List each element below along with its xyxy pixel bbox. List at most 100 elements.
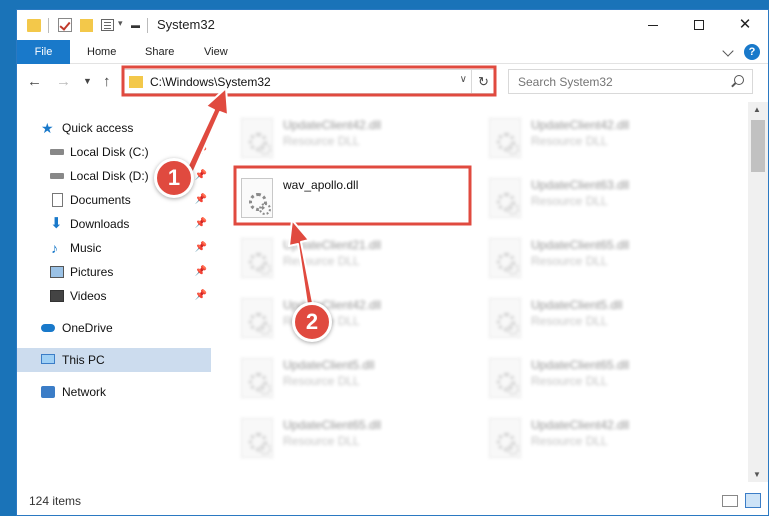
- file-name: UpdateClient65.dll: [531, 238, 630, 252]
- search-input[interactable]: [509, 70, 724, 93]
- pin-icon[interactable]: 📌: [195, 140, 207, 164]
- download-icon: ⬇: [50, 215, 63, 232]
- up-arrow-icon[interactable]: ↑: [103, 73, 111, 90]
- back-arrow-icon[interactable]: ←: [27, 73, 42, 90]
- file-item[interactable]: UpdateClient65.dll Resource DLL: [481, 232, 721, 292]
- search-box[interactable]: [508, 69, 753, 94]
- file-item[interactable]: UpdateClient65.dll Resource DLL: [233, 412, 473, 472]
- help-icon[interactable]: ?: [744, 44, 760, 60]
- videos-icon: [50, 290, 64, 302]
- file-item[interactable]: UpdateClient42.dll Resource DLL: [481, 412, 721, 472]
- navigation-row: ← → ▼ ↑ C:\Windows\System32 ∨ ↻: [17, 64, 768, 100]
- network-icon: [41, 386, 55, 398]
- file-explorer-window: ▾ ▬ System32 ✕ File Home Share View ? ← …: [16, 9, 769, 516]
- file-type: Resource DLL: [531, 254, 608, 268]
- tab-view[interactable]: View: [191, 40, 241, 64]
- sidebar-item-label: Pictures: [70, 265, 114, 279]
- chevron-down-icon[interactable]: ▾: [118, 18, 123, 29]
- file-name: UpdateClient42.dll: [531, 418, 630, 432]
- tab-home[interactable]: Home: [74, 40, 129, 64]
- sidebar-item-network[interactable]: Network: [17, 380, 211, 404]
- file-item[interactable]: UpdateClient42.dll Resource DLL: [481, 112, 721, 172]
- address-path[interactable]: C:\Windows\System32: [150, 75, 271, 89]
- step-2-badge: 2: [292, 302, 332, 342]
- forward-arrow-icon[interactable]: →: [56, 73, 71, 90]
- dll-file-icon: [241, 358, 273, 398]
- properties-icon[interactable]: [101, 19, 114, 31]
- file-name: wav_apollo.dll: [283, 178, 359, 192]
- file-name: UpdateClient5.dll: [531, 298, 623, 312]
- file-item[interactable]: UpdateClient65.dll Resource DLL: [481, 352, 721, 412]
- scroll-up-icon[interactable]: ▲: [753, 105, 761, 114]
- sidebar-item-label: Documents: [70, 193, 131, 207]
- sidebar-item-label: Local Disk (D:): [70, 169, 149, 183]
- computer-icon: [41, 354, 55, 364]
- tab-file[interactable]: File: [17, 40, 70, 64]
- file-name: UpdateClient5.dll: [283, 358, 375, 372]
- sidebar-item-label: Videos: [70, 289, 107, 303]
- documents-icon: [52, 193, 63, 207]
- file-item[interactable]: UpdateClient5.dll Resource DLL: [233, 352, 473, 412]
- refresh-icon[interactable]: ↻: [471, 70, 495, 93]
- pin-icon[interactable]: 📌: [195, 212, 207, 236]
- address-bar[interactable]: C:\Windows\System32 ∨ ↻: [123, 69, 496, 94]
- file-item-wav-apollo[interactable]: wav_apollo.dll: [233, 172, 473, 232]
- chevron-down-icon[interactable]: ∨: [460, 74, 467, 85]
- search-icon[interactable]: [734, 75, 744, 85]
- dll-file-icon: [489, 178, 521, 218]
- folder-icon: [129, 76, 143, 88]
- file-item[interactable]: UpdateClient63.dll Resource DLL: [481, 172, 721, 232]
- dll-file-icon: [241, 418, 273, 458]
- pin-icon[interactable]: 📌: [195, 236, 207, 260]
- properties-check-icon[interactable]: [58, 18, 72, 32]
- sidebar-item-label: Downloads: [70, 217, 130, 231]
- divider: [147, 18, 148, 33]
- dll-file-icon: [489, 418, 521, 458]
- file-item[interactable]: UpdateClient42.dll Resource DLL: [233, 112, 473, 172]
- scroll-down-icon[interactable]: ▼: [753, 470, 761, 479]
- file-type: Resource DLL: [283, 254, 360, 268]
- drive-icon: [50, 173, 64, 179]
- cloud-icon: [41, 324, 55, 332]
- recent-locations-icon[interactable]: ▼: [83, 76, 92, 86]
- sidebar-item-music[interactable]: ♪ Music 📌: [17, 236, 211, 260]
- pin-icon[interactable]: 📌: [195, 188, 207, 212]
- customize-toolbar-icon[interactable]: ▬: [131, 20, 140, 30]
- file-name: UpdateClient65.dll: [283, 418, 382, 432]
- dll-file-icon: [489, 358, 521, 398]
- file-item[interactable]: UpdateClient21.dll Resource DLL: [233, 232, 473, 292]
- file-name: UpdateClient63.dll: [531, 178, 630, 192]
- dll-file-icon: [241, 238, 273, 278]
- file-item[interactable]: UpdateClient5.dll Resource DLL: [481, 292, 721, 352]
- new-folder-icon[interactable]: [80, 19, 93, 32]
- file-item[interactable]: UpdateClient42.dll Resource DLL: [233, 292, 473, 352]
- sidebar-item-onedrive[interactable]: OneDrive: [17, 316, 211, 340]
- step-1-badge: 1: [154, 158, 194, 198]
- large-icons-view-icon[interactable]: [745, 493, 761, 508]
- sidebar-item-quick-access[interactable]: ★ Quick access: [17, 116, 211, 140]
- file-type: Resource DLL: [283, 134, 360, 148]
- file-list: UpdateClient42.dll Resource DLL wav_apol…: [213, 102, 746, 482]
- pin-icon[interactable]: 📌: [195, 284, 207, 308]
- pin-icon[interactable]: 📌: [195, 260, 207, 284]
- sidebar-item-pictures[interactable]: Pictures 📌: [17, 260, 211, 284]
- status-bar: 124 items: [17, 482, 768, 515]
- drive-icon: [50, 149, 64, 155]
- minimize-button[interactable]: [630, 10, 676, 40]
- sidebar-item-videos[interactable]: Videos 📌: [17, 284, 211, 308]
- scrollbar-thumb[interactable]: [751, 120, 765, 172]
- sidebar-item-this-pc[interactable]: This PC: [17, 348, 211, 372]
- pin-icon[interactable]: 📌: [195, 164, 207, 188]
- tab-share[interactable]: Share: [132, 40, 187, 64]
- divider: [48, 18, 49, 33]
- title-bar: ▾ ▬ System32 ✕: [17, 10, 768, 40]
- sidebar-item-downloads[interactable]: ⬇ Downloads 📌: [17, 212, 211, 236]
- dll-file-icon: [489, 118, 521, 158]
- vertical-scrollbar[interactable]: ▲ ▼: [748, 102, 768, 482]
- sidebar-item-label: Network: [62, 385, 107, 399]
- expand-ribbon-icon[interactable]: [722, 45, 734, 57]
- close-button[interactable]: ✕: [722, 10, 768, 40]
- details-view-icon[interactable]: [722, 495, 738, 507]
- maximize-button[interactable]: [676, 10, 722, 40]
- dll-file-icon: [241, 118, 273, 158]
